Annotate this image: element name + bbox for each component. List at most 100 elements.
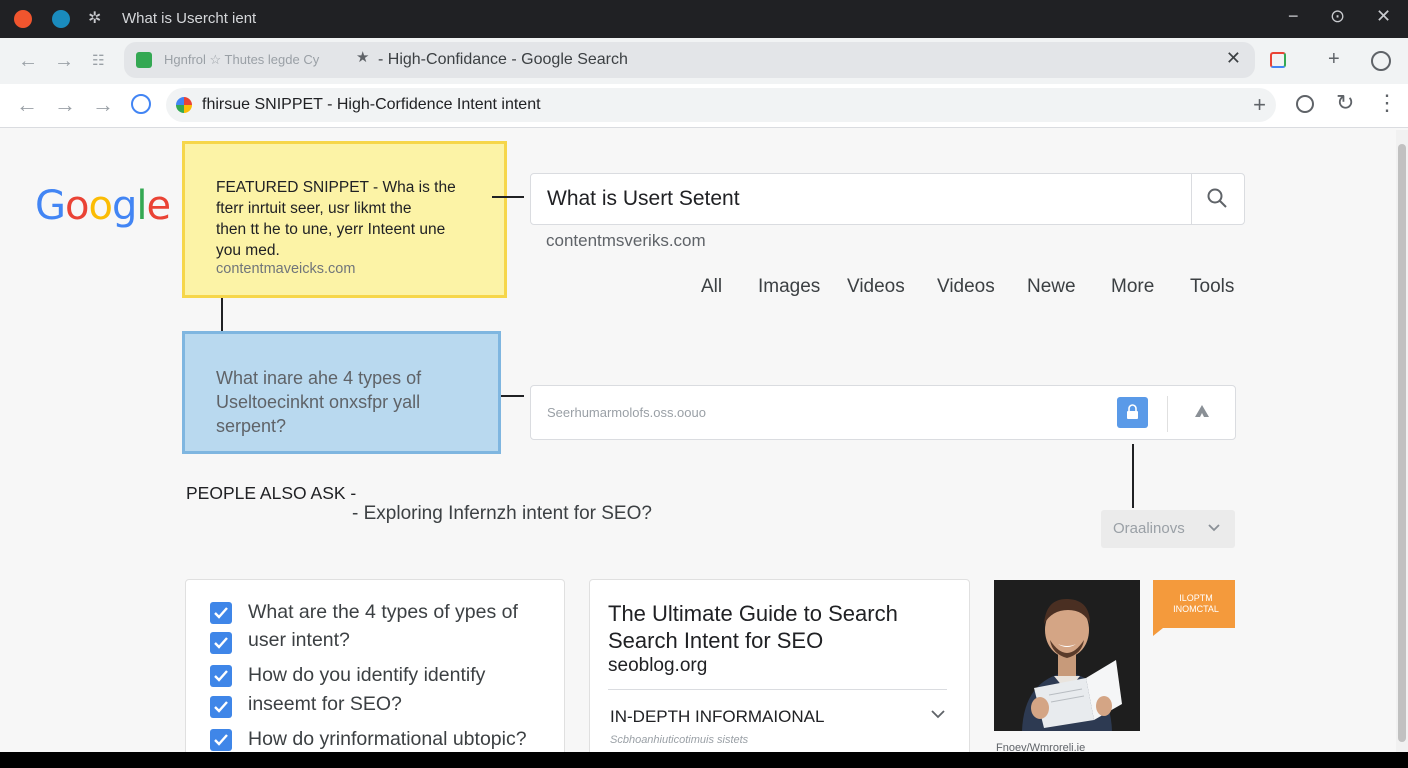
navigation-bar: ← → → fhirsue SNIPPET - High-Corfidence … bbox=[0, 84, 1408, 128]
snippet-line: fterr inrtuit seer, usr likmt the bbox=[216, 200, 412, 217]
tab-news[interactable]: Newe bbox=[1027, 276, 1076, 298]
result-url[interactable]: contentmsveriks.com bbox=[546, 231, 706, 251]
logo-letter: e bbox=[146, 183, 171, 229]
search-input[interactable]: What is Usert Setent bbox=[530, 173, 1245, 225]
star-icon[interactable]: ★ bbox=[356, 48, 369, 66]
tab-tools[interactable]: Tools bbox=[1190, 276, 1234, 298]
logo-letter: o bbox=[65, 183, 90, 229]
new-tab-button[interactable]: + bbox=[1328, 48, 1340, 71]
arrow-up-icon[interactable] bbox=[1191, 402, 1213, 422]
address-text: fhirsue SNIPPET - High-Corfidence Intent… bbox=[202, 96, 541, 113]
checklist-text: user intent? bbox=[248, 629, 350, 651]
site-favicon-icon bbox=[176, 97, 192, 113]
divider bbox=[1167, 396, 1168, 432]
featured-snippet: FEATURED SNIPPET - Wha is the fterr inrt… bbox=[182, 141, 507, 298]
person-reading-image bbox=[994, 580, 1140, 731]
tab-active[interactable]: Hgnfrol ☆ Thutes legde Cy ★ - High-Confi… bbox=[124, 42, 1255, 78]
forward-icon[interactable]: → bbox=[54, 92, 76, 118]
logo-letter: o bbox=[88, 183, 113, 229]
profile-icon[interactable] bbox=[1371, 51, 1391, 71]
tab-more[interactable]: More bbox=[1111, 276, 1154, 298]
search-icon[interactable] bbox=[1205, 186, 1229, 210]
lock-button[interactable] bbox=[1117, 397, 1148, 428]
restore-icon[interactable]: ⊙ bbox=[1330, 6, 1345, 27]
close-dot[interactable] bbox=[14, 10, 32, 28]
tab-all[interactable]: All bbox=[701, 276, 722, 298]
logo-letter: l bbox=[136, 183, 147, 229]
menu-icon[interactable]: ⋮ bbox=[1376, 90, 1398, 116]
result-section-label[interactable]: IN-DEPTH INFORMAIONAL bbox=[610, 707, 824, 727]
badge-tail bbox=[1153, 628, 1163, 636]
address-bar[interactable]: fhirsue SNIPPET - High-Corfidence Intent… bbox=[166, 88, 1276, 122]
question-box: What inare ahe 4 types of Useltoecinknt … bbox=[182, 331, 501, 454]
checklist-text: How do yrinformational ubtopic? bbox=[248, 728, 527, 750]
result-title[interactable]: The Ultimate Guide to Search Search Inte… bbox=[608, 600, 948, 654]
person-photo[interactable] bbox=[994, 580, 1140, 731]
badge-line: ILOPTM bbox=[1179, 593, 1213, 603]
forward-2-icon[interactable]: → bbox=[92, 92, 114, 118]
question-line: Useltoecinknt onxsfpr yall bbox=[216, 392, 421, 412]
snippet-text: FEATURED SNIPPET - Wha is the fterr inrt… bbox=[216, 177, 496, 261]
search-result-card[interactable]: The Ultimate Guide to Search Search Inte… bbox=[589, 579, 970, 759]
download-icon[interactable] bbox=[131, 94, 151, 114]
snippet-line: then tt he to une, yerr Inteent une bbox=[216, 221, 446, 238]
lock-icon bbox=[1127, 404, 1138, 419]
scrollbar[interactable] bbox=[1396, 130, 1408, 752]
checklist-text: What are the 4 types of ypes of bbox=[248, 601, 518, 623]
history-icon[interactable] bbox=[1296, 95, 1314, 113]
taskbar bbox=[0, 752, 1408, 768]
connector-line bbox=[1132, 444, 1134, 508]
google-logo[interactable]: Google bbox=[35, 183, 171, 229]
question-checklist-card: What are the 4 types of ypes of user int… bbox=[185, 579, 565, 759]
window-title: What is Usercht ient bbox=[122, 10, 257, 27]
options-dropdown[interactable]: Oraalinovs bbox=[1101, 510, 1235, 548]
tab-strip: ← → ☷ Hgnfrol ☆ Thutes legde Cy ★ - High… bbox=[0, 38, 1408, 84]
extension-icon[interactable] bbox=[1270, 52, 1286, 68]
tab-videos[interactable]: Videos bbox=[847, 276, 905, 298]
tab-close-icon[interactable]: ✕ bbox=[1226, 48, 1241, 69]
tab-list-icon[interactable]: ☷ bbox=[92, 52, 105, 69]
checklist-text: How do you identify identify bbox=[248, 664, 486, 686]
tab-subtitle: Hgnfrol ☆ Thutes legde Cy bbox=[164, 52, 320, 67]
title-bar: ✲ What is Usercht ient − ⊙ ✕ bbox=[0, 0, 1408, 38]
scrollbar-thumb[interactable] bbox=[1398, 144, 1406, 742]
checkbox-icon[interactable] bbox=[210, 665, 232, 687]
people-also-ask-heading: PEOPLE ALSO ASK - bbox=[186, 483, 357, 503]
question-line: serpent? bbox=[216, 416, 287, 436]
add-icon[interactable]: + bbox=[1253, 92, 1266, 118]
snippet-url[interactable]: contentmaveicks.com bbox=[216, 261, 504, 277]
result-title-line: Search Intent for SEO bbox=[608, 628, 824, 653]
tab-label: - High-Confidance - Google Search bbox=[378, 51, 628, 68]
checkbox-icon[interactable] bbox=[210, 696, 232, 718]
result-site[interactable]: seoblog.org bbox=[608, 655, 707, 677]
logo-letter: g bbox=[111, 183, 137, 229]
checkbox-icon[interactable] bbox=[210, 632, 232, 654]
tab-videos-2[interactable]: Videos bbox=[937, 276, 995, 298]
snippet-line: FEATURED SNIPPET - Wha is the bbox=[216, 179, 456, 196]
divider bbox=[1191, 174, 1192, 224]
reload-icon[interactable]: ↻ bbox=[1336, 90, 1354, 116]
connector-line bbox=[492, 196, 524, 198]
back-arrow-icon[interactable]: ← bbox=[18, 50, 38, 73]
badge-text: ILOPTM INOMCTAL bbox=[1161, 593, 1231, 615]
checkbox-icon[interactable] bbox=[210, 729, 232, 751]
tab-images[interactable]: Images bbox=[758, 276, 820, 298]
window-close-icon[interactable]: ✕ bbox=[1376, 6, 1391, 27]
dropdown-label: Oraalinovs bbox=[1113, 520, 1185, 537]
result-caption: Scbhoanhiuticotimuis sistets bbox=[610, 734, 749, 746]
back-icon[interactable]: ← bbox=[16, 92, 38, 118]
chevron-down-icon bbox=[1208, 524, 1220, 532]
people-also-ask-subheading[interactable]: - Exploring Infernzh intent for SEO? bbox=[352, 503, 652, 525]
checkbox-icon[interactable] bbox=[210, 602, 232, 624]
chevron-down-icon[interactable] bbox=[930, 708, 946, 720]
minimize-icon[interactable]: − bbox=[1288, 6, 1299, 27]
forward-arrow-icon[interactable]: → bbox=[54, 50, 74, 73]
settings-icon[interactable]: ✲ bbox=[88, 8, 101, 28]
checklist-text: inseemt for SEO? bbox=[248, 693, 402, 715]
question-text: What inare ahe 4 types of Useltoecinknt … bbox=[216, 366, 486, 438]
question-line: What inare ahe 4 types of bbox=[216, 368, 422, 388]
info-badge: ILOPTM INOMCTAL bbox=[1153, 580, 1235, 628]
secondary-search-input[interactable]: Seerhumarmolofs.oss.oouo bbox=[530, 385, 1236, 440]
badge-line: INOMCTAL bbox=[1173, 604, 1219, 614]
maximize-dot[interactable] bbox=[52, 10, 70, 28]
